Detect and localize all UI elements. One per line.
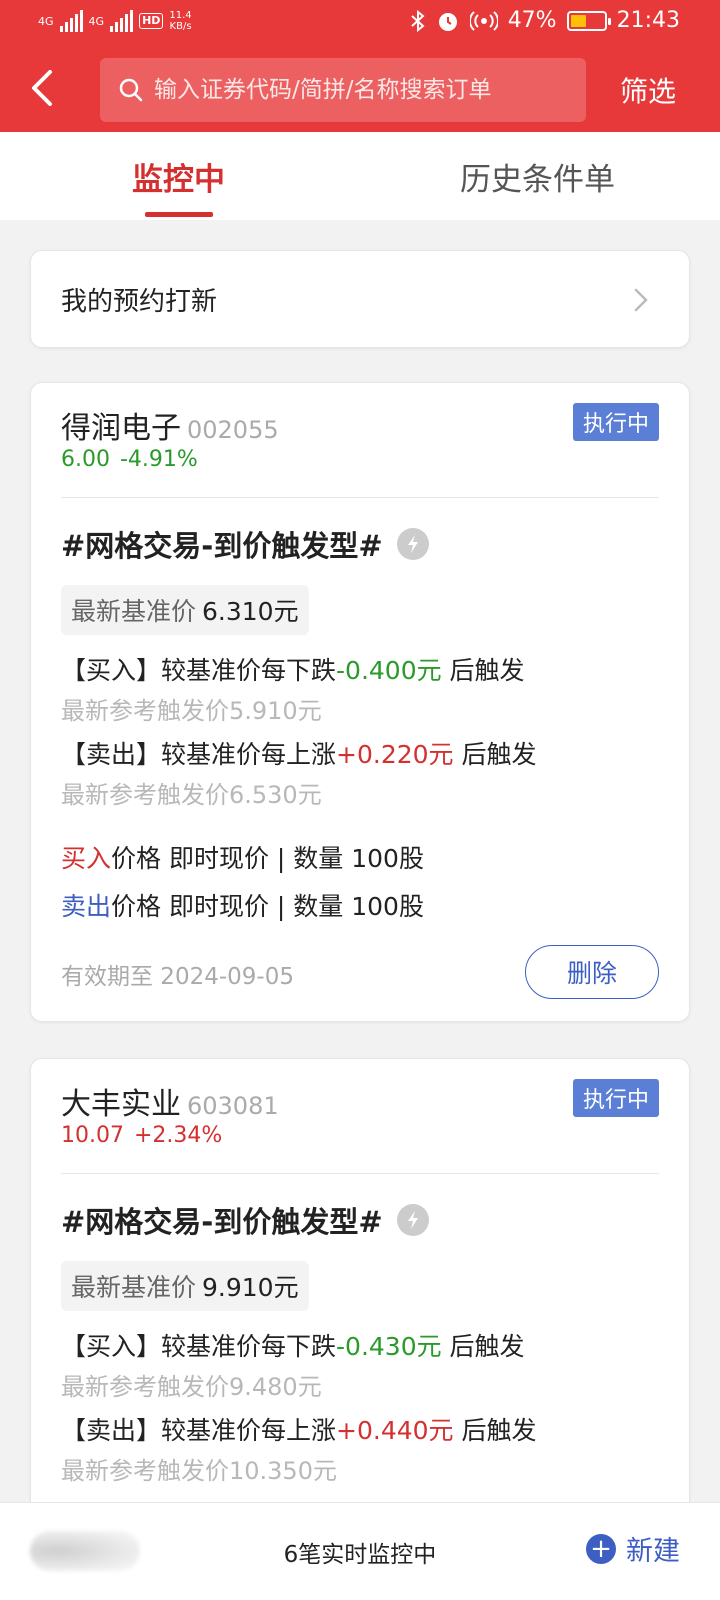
buy-rule: 【买入】较基准价每下跌-0.430元 后触发 [61, 1332, 525, 1361]
stock-name: 得润电子 [61, 411, 181, 446]
expiry-date: 有效期至 2024-09-05 [61, 964, 294, 990]
base-price-label: 最新基准价 [71, 1273, 197, 1302]
battery-icon [566, 10, 611, 31]
back-arrow-icon[interactable] [28, 68, 56, 108]
strategy-name: #网格交易-到价触发型# [61, 1205, 383, 1239]
strategy-name: #网格交易-到价触发型# [61, 529, 383, 563]
buy-order-detail: 买入价格 即时现价 | 数量 100股 [61, 844, 424, 873]
stock-change: -4.91% [119, 447, 198, 472]
sell-trigger-delta: +0.440元 [336, 1416, 454, 1445]
search-box[interactable] [100, 58, 586, 122]
divider [61, 497, 659, 498]
status-right: 47% 21:43 [410, 8, 680, 33]
divider [61, 1173, 659, 1174]
strategy-title: #网格交易-到价触发型# [61, 523, 429, 565]
signal-icon-1 [59, 10, 83, 32]
network-type-1: 4G [38, 14, 54, 28]
tab-bar: 监控中 历史条件单 [0, 132, 720, 220]
lightning-icon[interactable] [396, 1204, 429, 1236]
stock-code: 603081 [187, 1092, 279, 1120]
network-type-2: 4G [88, 14, 105, 28]
sell-rule: 【卖出】较基准价每上涨+0.440元 后触发 [61, 1416, 537, 1445]
buy-rule: 【买入】较基准价每下跌-0.400元 后触发 [61, 656, 525, 685]
alarm-icon [438, 12, 457, 31]
order-card: 得润电子 002055 执行中 6.00 -4.91% #网格交易-到价触发型# 最… [30, 382, 690, 1022]
stock-price: 10.07 [61, 1123, 124, 1148]
search-input[interactable] [154, 77, 584, 103]
sell-rule: 【卖出】较基准价每上涨+0.220元 后触发 [61, 740, 537, 769]
chevron-right-icon [634, 288, 648, 312]
sell-order-detail: 卖出价格 即时现价 | 数量 100股 [61, 892, 424, 921]
ipo-reservation-label: 我的预约打新 [61, 286, 218, 317]
sell-reference-price: 最新参考触发价6.530元 [61, 781, 322, 809]
bluetooth-icon [411, 9, 425, 32]
filter-button[interactable]: 筛选 [620, 70, 676, 110]
network-speed: 11.4 KB/s [169, 10, 192, 32]
active-tab-indicator [145, 212, 213, 217]
stock-name-row: 得润电子 002055 [61, 403, 279, 447]
battery-percent: 47% [507, 8, 557, 33]
buy-trigger-delta: -0.430元 [336, 1332, 442, 1361]
stock-quote: 10.07 +2.34% [61, 1123, 232, 1148]
lightning-icon[interactable] [396, 528, 429, 560]
tab-history[interactable]: 历史条件单 [460, 154, 615, 199]
status-badge: 执行中 [572, 1079, 659, 1117]
base-price-label: 最新基准价 [71, 597, 197, 626]
bottom-bar: 6笔实时监控中 + 新建 [0, 1502, 720, 1600]
stock-quote: 6.00 -4.91% [61, 447, 208, 472]
signal-icon-2 [110, 10, 134, 32]
sell-trigger-delta: +0.220元 [336, 740, 454, 769]
stock-price: 6.00 [61, 447, 110, 472]
buy-reference-price: 最新参考触发价5.910元 [61, 697, 322, 725]
delete-button[interactable]: 删除 [525, 945, 659, 999]
hotspot-icon [469, 10, 498, 31]
base-price-tag: 最新基准价 6.310元 [61, 585, 309, 635]
sell-reference-price: 最新参考触发价10.350元 [61, 1457, 337, 1485]
order-card: 大丰实业 603081 执行中 10.07 +2.34% #网格交易-到价触发型# … [30, 1058, 690, 1558]
stock-code: 002055 [187, 416, 279, 444]
plus-icon: + [586, 1533, 616, 1564]
status-bar: 4G 4G HD 11.4 KB/s 47% 21:43 [0, 0, 720, 48]
status-left: 4G 4G HD 11.4 KB/s [38, 10, 192, 32]
hd-icon: HD [139, 13, 164, 29]
stock-name: 大丰实业 [61, 1087, 181, 1122]
base-price-value: 6.310元 [202, 597, 299, 626]
search-icon [119, 78, 143, 102]
strategy-title: #网格交易-到价触发型# [61, 1199, 429, 1241]
base-price-tag: 最新基准价 9.910元 [61, 1261, 309, 1311]
app-header: 4G 4G HD 11.4KB/s 47% 21:43 筛选 [0, 0, 720, 132]
stock-name-row: 大丰实业 603081 [61, 1079, 279, 1123]
stock-change: +2.34% [133, 1123, 223, 1148]
tab-monitoring[interactable]: 监控中 [132, 154, 225, 199]
status-badge: 执行中 [572, 403, 659, 441]
base-price-value: 9.910元 [202, 1273, 299, 1302]
new-order-label: 新建 [626, 1536, 680, 1567]
new-order-button[interactable]: + 新建 [586, 1529, 680, 1568]
clock: 21:43 [616, 8, 680, 33]
buy-trigger-delta: -0.400元 [336, 656, 442, 685]
ipo-reservation-entry[interactable]: 我的预约打新 [30, 250, 690, 348]
buy-reference-price: 最新参考触发价9.480元 [61, 1373, 322, 1401]
